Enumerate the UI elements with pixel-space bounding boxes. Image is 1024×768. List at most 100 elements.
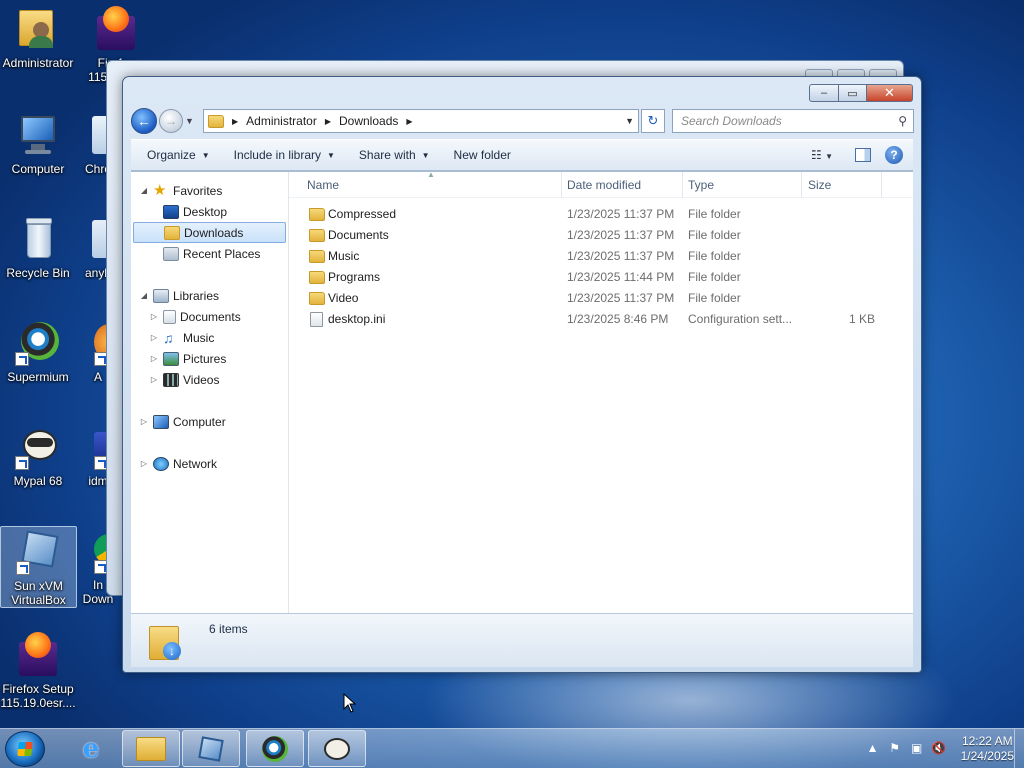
nav-item-network[interactable]: ▷ Network — [131, 453, 288, 474]
search-icon[interactable]: ⚲ — [898, 114, 907, 128]
collapse-arrow-icon[interactable]: ▷ — [139, 417, 149, 426]
refresh-button[interactable]: ↻ — [641, 109, 665, 133]
nav-item-recent-places[interactable]: Recent Places — [131, 243, 288, 264]
file-name: desktop.ini — [328, 312, 386, 326]
collapse-arrow-icon[interactable]: ▷ — [149, 312, 159, 321]
action-center-flag-icon[interactable]: ⚑ — [887, 741, 903, 757]
volume-muted-icon[interactable]: 🔇 — [931, 741, 947, 757]
column-header-date-modified[interactable]: Date modified — [567, 178, 641, 192]
nav-item-libraries[interactable]: ◢ Libraries — [131, 285, 288, 306]
include-in-library-button[interactable]: Include in library ▼ — [226, 143, 343, 167]
computer-icon — [15, 112, 61, 158]
file-row[interactable]: Music 1/23/2025 11:37 PM File folder — [289, 246, 913, 267]
maximize-button[interactable]: ▭ — [839, 84, 867, 102]
chevron-down-icon: ▼ — [421, 150, 430, 160]
desktop-icon-label: Computer — [11, 162, 65, 176]
virtualbox-icon — [15, 529, 62, 575]
file-row[interactable]: Compressed 1/23/2025 11:37 PM File folde… — [289, 204, 913, 225]
desktop-icon-mypal[interactable]: Mypal 68 — [0, 424, 76, 488]
taskbar-internet-explorer[interactable]: e — [62, 730, 120, 767]
file-list[interactable]: ▲ Name Date modified Type Size Compresse… — [289, 170, 913, 613]
network-icon[interactable]: ▣ — [909, 741, 925, 757]
user-folder-icon — [15, 6, 61, 52]
collapse-arrow-icon[interactable]: ▷ — [149, 354, 159, 363]
breadcrumb-downloads[interactable]: Downloads — [339, 114, 398, 128]
folder-icon — [309, 271, 325, 284]
file-type: File folder — [688, 207, 741, 221]
nav-item-documents[interactable]: ▷ Documents — [131, 306, 288, 327]
back-button[interactable]: ← — [131, 108, 157, 134]
nav-item-videos[interactable]: ▷ Videos — [131, 369, 288, 390]
folder-icon — [309, 250, 325, 263]
breadcrumb-administrator[interactable]: Administrator — [246, 114, 317, 128]
desktop-icon-recycle-bin[interactable]: Recycle Bin — [0, 216, 76, 280]
address-dropdown-icon[interactable]: ▼ — [625, 116, 634, 126]
recent-pages-dropdown[interactable]: ▼ — [185, 116, 195, 126]
nav-item-desktop[interactable]: Desktop — [131, 201, 288, 222]
nav-item-downloads[interactable]: Downloads — [133, 222, 286, 243]
file-row[interactable]: Video 1/23/2025 11:37 PM File folder — [289, 288, 913, 309]
forward-arrow-icon: → — [165, 114, 177, 128]
column-header-name[interactable]: Name — [307, 178, 339, 192]
chevron-down-icon: ▼ — [825, 152, 834, 161]
content-area: ◢ ★ Favorites Desktop Downloads Recent P… — [131, 170, 913, 613]
desktop-icon — [163, 204, 179, 219]
start-button[interactable] — [5, 731, 45, 767]
desktop-icon-virtualbox[interactable]: Sun xVM VirtualBox — [0, 526, 77, 608]
desktop-icon-administrator[interactable]: Administrator — [0, 6, 76, 70]
breadcrumb-separator-icon[interactable]: ▶ — [406, 117, 412, 126]
file-row[interactable]: Programs 1/23/2025 11:44 PM File folder — [289, 267, 913, 288]
navigation-bar: ← → ▼ ▶ Administrator ▶ Downloads ▶ ▼ ↻ … — [131, 107, 914, 135]
breadcrumb-separator-icon[interactable]: ▶ — [232, 117, 238, 126]
show-hidden-icons-icon[interactable]: ▲ — [865, 741, 881, 757]
file-date: 1/23/2025 11:37 PM — [567, 207, 675, 221]
new-folder-button[interactable]: New folder — [446, 143, 519, 167]
show-desktop-button[interactable] — [1014, 729, 1024, 768]
expand-arrow-icon[interactable]: ◢ — [139, 186, 149, 195]
taskbar-supermium[interactable] — [246, 730, 304, 767]
collapse-arrow-icon[interactable]: ▷ — [149, 333, 159, 342]
search-input[interactable]: Search Downloads ⚲ — [672, 109, 914, 133]
address-bar[interactable]: ▶ Administrator ▶ Downloads ▶ ▼ — [203, 109, 639, 133]
collapse-arrow-icon[interactable]: ▷ — [149, 375, 159, 384]
sort-indicator-icon: ▲ — [427, 170, 435, 179]
file-row[interactable]: Documents 1/23/2025 11:37 PM File folder — [289, 225, 913, 246]
explorer-window[interactable]: – ▭ ✕ ← → ▼ ▶ Administrator ▶ Downloads … — [122, 76, 922, 673]
preview-pane-button[interactable] — [855, 148, 871, 162]
breadcrumb-separator-icon[interactable]: ▶ — [325, 117, 331, 126]
taskbar-windows-explorer[interactable] — [122, 730, 180, 767]
taskbar-mypal[interactable] — [308, 730, 366, 767]
organize-button[interactable]: Organize ▼ — [139, 143, 218, 167]
share-with-button[interactable]: Share with ▼ — [351, 143, 438, 167]
column-header-size[interactable]: Size — [808, 178, 831, 192]
nav-item-computer[interactable]: ▷ Computer — [131, 411, 288, 432]
computer-icon — [153, 414, 169, 429]
file-name: Music — [328, 249, 360, 263]
navigation-pane[interactable]: ◢ ★ Favorites Desktop Downloads Recent P… — [131, 172, 289, 613]
nav-item-favorites[interactable]: ◢ ★ Favorites — [131, 180, 288, 201]
desktop-icon-supermium[interactable]: Supermium — [0, 320, 76, 384]
music-icon: ♫ — [163, 329, 174, 346]
clock[interactable]: 12:22 AM 1/24/2025 — [961, 734, 1014, 764]
chevron-down-icon: ▼ — [327, 150, 335, 160]
expand-arrow-icon[interactable]: ◢ — [139, 291, 149, 300]
taskbar-virtualbox[interactable] — [182, 730, 240, 767]
back-arrow-icon: ← — [137, 113, 151, 129]
nav-item-pictures[interactable]: ▷ Pictures — [131, 348, 288, 369]
desktop-icon-firefox-setup[interactable]: Firefox Setup 115.19.0esr.... — [0, 632, 76, 710]
item-count: 6 items — [209, 622, 248, 636]
minimize-button[interactable]: – — [809, 84, 839, 102]
supermium-icon — [262, 735, 288, 762]
desktop-icon-computer[interactable]: Computer — [0, 112, 76, 176]
column-header-type[interactable]: Type — [688, 178, 714, 192]
downloads-folder-icon — [164, 225, 180, 240]
forward-button[interactable]: → — [159, 109, 183, 133]
nav-item-music[interactable]: ▷ ♫ Music — [131, 327, 288, 348]
help-button[interactable]: ? — [885, 146, 903, 164]
collapse-arrow-icon[interactable]: ▷ — [139, 459, 149, 468]
change-view-button[interactable]: ☷ ▼ — [811, 148, 841, 162]
close-button[interactable]: ✕ — [867, 84, 913, 102]
refresh-icon: ↻ — [647, 113, 659, 128]
nav-label: Network — [173, 456, 218, 471]
file-row[interactable]: desktop.ini 1/23/2025 8:46 PM Configurat… — [289, 309, 913, 330]
